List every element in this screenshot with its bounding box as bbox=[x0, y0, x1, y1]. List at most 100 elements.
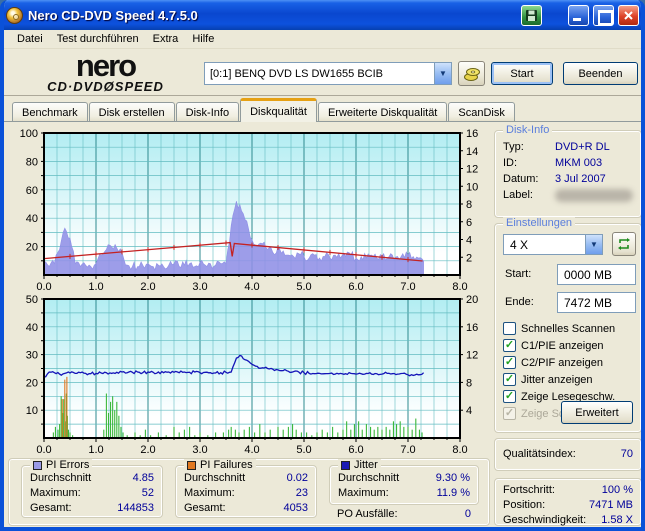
svg-text:4: 4 bbox=[466, 235, 472, 247]
jitter-legend-icon bbox=[341, 460, 350, 470]
svg-text:6.0: 6.0 bbox=[348, 281, 363, 293]
stat-label: Durchschnitt bbox=[30, 472, 92, 484]
svg-text:40: 40 bbox=[26, 322, 38, 334]
speed-value: 1.58 X bbox=[601, 514, 633, 526]
svg-text:1.0: 1.0 bbox=[88, 444, 103, 456]
svg-text:4.0: 4.0 bbox=[244, 444, 259, 456]
po-failures-value: 0 bbox=[464, 508, 471, 520]
menu-test-durchfuehren[interactable]: Test durchführen bbox=[50, 31, 146, 47]
end-mb-label: Ende: bbox=[505, 296, 534, 308]
disk-label-redacted bbox=[555, 189, 633, 202]
window-title: Nero CD-DVD Speed 4.7.5.0 bbox=[28, 7, 198, 23]
menu-hilfe[interactable]: Hilfe bbox=[185, 31, 221, 47]
pi-failures-stats-title: PI Failures bbox=[184, 459, 256, 471]
menu-extra[interactable]: Extra bbox=[146, 31, 186, 47]
close-button[interactable] bbox=[618, 4, 639, 26]
disc-eject-icon bbox=[463, 67, 480, 81]
checkbox-c1-pie[interactable]: ✓ C1/PIE anzeigen bbox=[503, 339, 641, 352]
quality-index-label: Qualitätsindex: bbox=[503, 448, 576, 460]
svg-text:10: 10 bbox=[466, 181, 478, 193]
svg-text:2: 2 bbox=[466, 252, 472, 264]
jitter-stats-group: Jitter Durchschnitt 9.30 % Maximum: 11.9 % bbox=[329, 459, 479, 505]
stat-value: 144853 bbox=[117, 502, 154, 514]
svg-text:7.0: 7.0 bbox=[400, 281, 415, 293]
save-screenshot-button[interactable] bbox=[521, 4, 542, 26]
advanced-button[interactable]: Erweitert bbox=[561, 401, 633, 424]
position-label: Position: bbox=[503, 499, 546, 511]
title-bar[interactable]: Nero CD-DVD Speed 4.7.5.0 bbox=[4, 0, 641, 30]
checkbox-jitter[interactable]: ✓ Jitter anzeigen bbox=[503, 373, 641, 386]
menu-bar: Datei Test durchführen Extra Hilfe bbox=[4, 30, 641, 49]
tab-benchmark[interactable]: Benchmark bbox=[12, 102, 88, 122]
settings-group: Einstellungen 4 X ▼ Start: 0000 MB Ende:… bbox=[494, 217, 641, 433]
tab-diskqualitaet[interactable]: Diskqualität bbox=[240, 98, 317, 122]
tab-strip: Benchmark Disk erstellen Disk-Info Diskq… bbox=[4, 97, 641, 122]
svg-text:60: 60 bbox=[26, 185, 38, 197]
floppy-icon bbox=[526, 9, 537, 21]
svg-text:14: 14 bbox=[466, 146, 478, 158]
checkbox-c2-pif[interactable]: ✓ C2/PIF anzeigen bbox=[503, 356, 641, 369]
speed-label: Geschwindigkeit: bbox=[503, 514, 587, 526]
app-window: Nero CD-DVD Speed 4.7.5.0 Datei Test dur… bbox=[0, 0, 645, 531]
end-mb-value: 7472 MB bbox=[564, 295, 613, 310]
svg-text:4.0: 4.0 bbox=[244, 281, 259, 293]
speed-select[interactable]: 4 X ▼ bbox=[503, 234, 603, 255]
refresh-button[interactable] bbox=[612, 232, 636, 256]
end-mb-field[interactable]: 7472 MB bbox=[557, 292, 636, 313]
disk-datum-label: Datum: bbox=[503, 173, 539, 185]
stat-label: Gesamt: bbox=[30, 502, 72, 514]
tab-scandisk[interactable]: ScanDisk bbox=[448, 102, 515, 122]
pi-failures-legend-icon bbox=[187, 460, 196, 470]
svg-text:12: 12 bbox=[466, 350, 478, 362]
checkbox-label: Schnelles Scannen bbox=[521, 322, 616, 335]
jitter-title-text: Jitter bbox=[354, 459, 378, 471]
diskqualitaet-tab-page: 20 40 60 80 100 2 4 6 8 10 12 14 16 0.0 1.0 2.0 3.0 4.0 5.… bbox=[4, 121, 641, 527]
header: nero CD·DVDØSPEED [0:1] BENQ DVD LS DW16… bbox=[4, 49, 641, 96]
minimize-button[interactable] bbox=[568, 4, 589, 26]
progress-label: Fortschritt: bbox=[503, 484, 555, 496]
disk-info-title: Disk-Info bbox=[503, 124, 553, 136]
svg-text:16: 16 bbox=[466, 128, 478, 140]
checkbox-icon bbox=[503, 322, 516, 335]
chevron-down-icon[interactable]: ▼ bbox=[434, 63, 451, 84]
quit-button[interactable]: Beenden bbox=[563, 62, 638, 85]
stat-value: 23 bbox=[295, 487, 308, 499]
pi-failures-title-text: PI Failures bbox=[200, 459, 253, 471]
tab-erweiterte-diskqualitaet[interactable]: Erweiterte Diskqualität bbox=[317, 102, 448, 122]
eject-disc-button[interactable] bbox=[458, 61, 485, 86]
svg-text:20: 20 bbox=[466, 294, 478, 306]
svg-text:8.0: 8.0 bbox=[452, 444, 467, 456]
checkbox-label: C1/PIE anzeigen bbox=[521, 339, 604, 352]
stat-value: 0.02 bbox=[286, 472, 308, 484]
jitter-stats-title: Jitter bbox=[338, 459, 381, 471]
speed-select-value: 4 X bbox=[510, 237, 529, 252]
svg-text:6.0: 6.0 bbox=[348, 444, 363, 456]
chevron-down-icon[interactable]: ▼ bbox=[585, 235, 602, 254]
svg-text:20: 20 bbox=[26, 242, 38, 254]
close-icon bbox=[624, 10, 633, 20]
maximize-button[interactable] bbox=[593, 4, 614, 26]
pi-errors-chart: 20 40 60 80 100 2 4 6 8 10 12 14 16 0.0 1.0 2.0 3.0 4.0 5.… bbox=[20, 128, 479, 293]
disk-datum-value: 3 Jul 2007 bbox=[555, 173, 606, 185]
checkbox-schnelles-scannen[interactable]: Schnelles Scannen bbox=[503, 322, 641, 335]
drive-selector[interactable]: [0:1] BENQ DVD LS DW1655 BCIB ▼ bbox=[204, 62, 452, 85]
app-icon bbox=[6, 6, 23, 24]
stat-label: Maximum: bbox=[338, 487, 389, 499]
stat-value: 11.9 % bbox=[436, 487, 470, 499]
menu-datei[interactable]: Datei bbox=[10, 31, 50, 47]
svg-text:40: 40 bbox=[26, 213, 38, 225]
progress-box: Fortschritt: 100 % Position: 7471 MB Gesch… bbox=[494, 478, 641, 526]
svg-text:5.0: 5.0 bbox=[296, 281, 311, 293]
progress-value: 100 % bbox=[601, 484, 633, 496]
start-button[interactable]: Start bbox=[491, 62, 553, 85]
svg-text:4: 4 bbox=[466, 405, 472, 417]
disk-typ-label: Typ: bbox=[503, 141, 524, 153]
start-mb-field[interactable]: 0000 MB bbox=[557, 264, 636, 285]
svg-text:30: 30 bbox=[26, 350, 38, 362]
svg-text:2.0: 2.0 bbox=[140, 281, 155, 293]
tab-disk-info[interactable]: Disk-Info bbox=[175, 102, 240, 122]
svg-text:0.0: 0.0 bbox=[36, 281, 51, 293]
tab-disk-erstellen[interactable]: Disk erstellen bbox=[88, 102, 175, 122]
settings-title: Einstellungen bbox=[503, 217, 576, 229]
drive-selector-value: [0:1] BENQ DVD LS DW1655 BCIB bbox=[210, 67, 384, 80]
